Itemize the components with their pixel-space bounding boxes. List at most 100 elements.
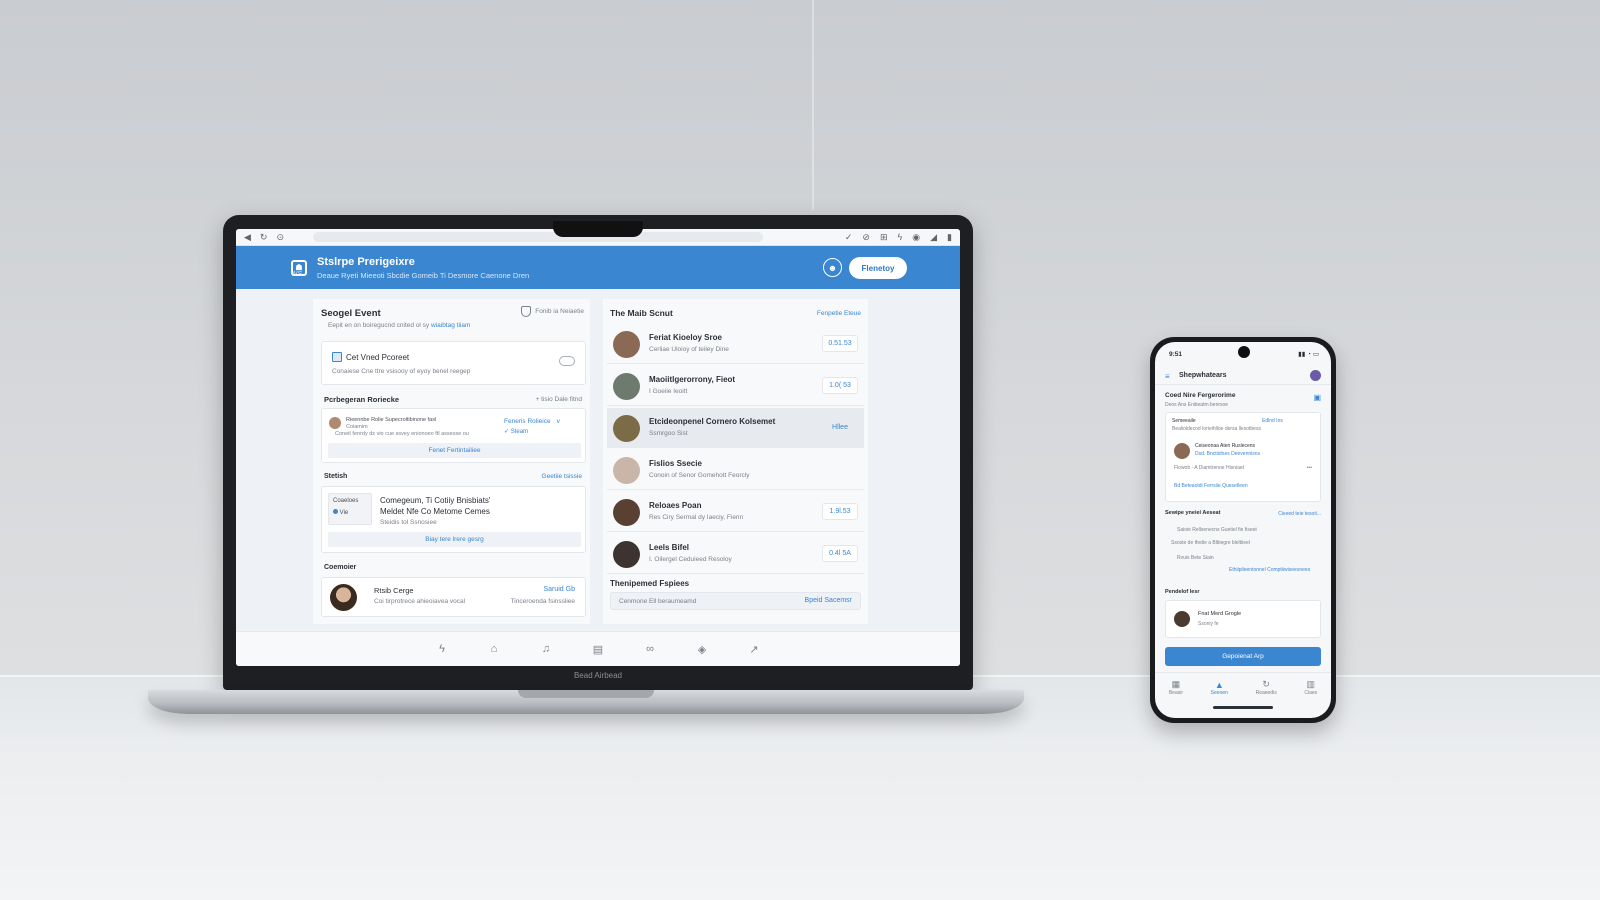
logo-sub: WS [291,271,303,278]
person-sub: Ssoniy fe [1198,621,1219,627]
bell-icon[interactable]: ♫ [538,642,554,656]
address-bar[interactable] [313,232,764,242]
card-person-name: Ceiseonaa Aten Ruslecens [1195,443,1256,449]
phone-tab[interactable]: ↻ Reaeedis [1256,679,1277,696]
phone-tab[interactable]: ▦ Beasir [1169,679,1183,696]
person-badge[interactable]: Hllee [822,419,858,436]
phone-section-2-link[interactable]: Cieeed teie tesoti... [1278,511,1321,517]
avatar[interactable] [1310,370,1321,381]
people-link[interactable]: Fenpetie Eteue [817,310,861,317]
header-action-button[interactable]: Flenetoy [849,257,907,279]
person-badge[interactable]: 1.0( 53 [822,377,858,394]
avatar [1174,443,1190,459]
refresh-icon[interactable]: ↻ [260,232,268,242]
bolt-icon[interactable]: ϟ [898,232,903,242]
back-icon[interactable]: ◀ [244,232,251,242]
tab-icon[interactable]: ⊞ [880,232,888,242]
signal-icon: ◢ [930,231,938,242]
status-action-button[interactable]: Biay tere lrere gesrg [328,532,581,547]
avatar [329,417,341,429]
pref-action-button[interactable]: Fenet Fertintailiee [328,443,581,458]
search-placeholder: Cenmone Ell beraumeamd [619,598,697,605]
phone-person-card[interactable]: Fnat Merd Grogle Ssoniy fe [1165,600,1321,638]
card-label: Semeeaile [1172,418,1196,424]
menu-icon[interactable]: ≡ [1165,372,1170,381]
s2-line-1: Saioie Rellsenecns Guetiel fie fiseet [1177,527,1257,533]
card-action[interactable]: Bd Beteaotdi Ferrsiie Quesetleen [1174,483,1248,489]
person-badge[interactable]: 0.4l 5A [822,545,858,562]
person-row[interactable]: Fislios Ssecie Conoin of Senor Gomehott F… [607,450,864,490]
s2-line-2: Ssoste de tfedie a Bltiiegre bleltiieel [1171,540,1250,546]
status-subtext: Steidis tol Ssnosiee [380,519,437,526]
phone-tab[interactable]: ▥ Ciaes [1304,679,1317,696]
pref-line-2: Coiamim [346,424,368,430]
card-person-link[interactable]: Dsd. Bnctiidnes Deevennisns [1195,451,1260,457]
main-card[interactable]: Cet Vned Pcoreet Conaiese Cne ttre vsiso… [321,341,586,385]
phone: 9:51 ▮▮ ◔ ▭ ≡ Shepwhatears Coed Nire Fer… [1150,337,1336,723]
pref-link[interactable]: + tisio Dale fitnd [536,396,582,403]
person-badge[interactable]: 1.9l.53 [822,503,858,520]
chat-icon[interactable] [559,356,575,366]
shield-icon[interactable]: ⊘ [862,232,870,242]
preference-card: Rieennbe Rolie Supecroltibinone fasl Coi… [321,408,586,463]
person-row[interactable]: Feriat Kioeloy Sroe Cerliae Uloioy of tei… [607,324,864,364]
document-icon[interactable]: ▤ [590,642,606,656]
tab-icon: ↻ [1262,679,1270,689]
contact-card[interactable]: Rtsib Cerge Coi tirprotrece ahieoiavea v… [321,577,586,617]
bookmark-icon[interactable]: ✓ [845,232,853,242]
person-row[interactable]: Reloaes Poan Res Ciry Sermal dy Iaeciy, F… [607,492,864,532]
pref-option-check[interactable]: ✓ Steam [504,428,528,435]
person-subtitle: Ssmrgoo Sist [649,430,688,437]
person-name: Feriat Kioeloy Sroe [649,333,722,342]
search-action-button[interactable]: Bpeid Sacemsr [805,597,852,604]
glasses-icon[interactable]: ∞ [642,642,658,656]
search-input[interactable]: Cenmone Ell beraumeamd Bpeid Sacemsr [610,592,861,610]
calendar-icon[interactable]: ▣ [1313,393,1321,402]
person-subtitle: Res Ciry Sermal dy Iaeciy, Fienn [649,514,744,521]
tab-label: Ciaes [1304,690,1318,696]
person-subtitle: I Goeiie Ieoitt [649,388,688,395]
user-avatar-icon[interactable]: ☻ [823,258,842,277]
contact-secondary-link[interactable]: Tinceroenda fsinssliee [511,598,575,605]
person-name: Fislios Ssecie [649,459,702,468]
card-line: Bealioldecod Iorieihlloe dersa llesotbes… [1172,426,1261,432]
bolt-icon[interactable]: ϟ [434,642,450,656]
phone-cta-button[interactable]: Gepoienat Arp [1165,647,1321,666]
person-subtitle: I. Oilergel Ceduieed Resoloy [649,556,732,563]
s2-link[interactable]: Ethiipileentonnel Comptiiwiseesnees [1229,567,1310,573]
avatar [613,331,640,358]
phone-card-1: Semeeaile Edlnd Ins Bealioldecod Iorieih… [1165,412,1321,502]
share-icon[interactable]: ↗ [746,642,762,656]
avatar [613,541,640,568]
pref-label: Pcrbegeran Roriecke [324,395,400,404]
avatar [613,373,640,400]
wall-seam [812,0,814,210]
event-sub-link[interactable]: wiaibtag tiiam [431,322,470,329]
person-row[interactable]: Maoiitlgerorrony, Fieot I Goeiie Ieoitt 1.… [607,366,864,406]
phone-tab[interactable]: ▲ Seeoen [1211,680,1228,696]
chevron-down-icon: v [556,418,560,425]
more-icon[interactable]: ••• [1307,465,1312,471]
person-row[interactable]: Etcideonpenel Cornero Kolsemet Ssmrgoo Si… [607,408,864,448]
footer-title: Thenipemed Fspiees [610,579,690,588]
tab-label: Seeoen [1210,689,1228,696]
stop-icon[interactable]: ⊙ [276,232,284,242]
status-link[interactable]: Geetiie tsissie [542,473,582,480]
event-action[interactable]: Fonib ia Neiaetie [521,306,584,317]
home-icon[interactable]: ⌂ [486,642,502,656]
person-badge[interactable]: 0.51.53 [822,335,858,352]
check-icon: ✓ [504,429,510,435]
pref-option-dropdown[interactable]: Feneris Rolieice v [504,418,560,425]
home-indicator [1213,706,1273,709]
person-subtitle: Cerliae Uloioy of teiley Dine [649,346,729,353]
card-link[interactable]: Edlnd Ins [1262,418,1283,424]
wifi-icon: ◉ [912,231,921,242]
person-row[interactable]: Leels Bifel I. Oilergel Ceduieed Resoloy 0… [607,534,864,574]
person-name: Maoiitlgerorrony, Fieot [649,375,736,384]
shield-icon[interactable]: ◈ [694,642,710,656]
person-name: Leels Bifel [649,543,690,552]
app-nav[interactable]: Deaue Ryeti Mieeoti Sbcdie Gomeib Ti Des… [317,271,529,280]
contact-link[interactable]: Saruid Gb [543,586,575,593]
bottom-nav: ϟ ⌂ ♫ ▤ ∞ ◈ ↗ [236,631,960,666]
app-title: Stslrpe Prerigeixre [317,255,415,268]
